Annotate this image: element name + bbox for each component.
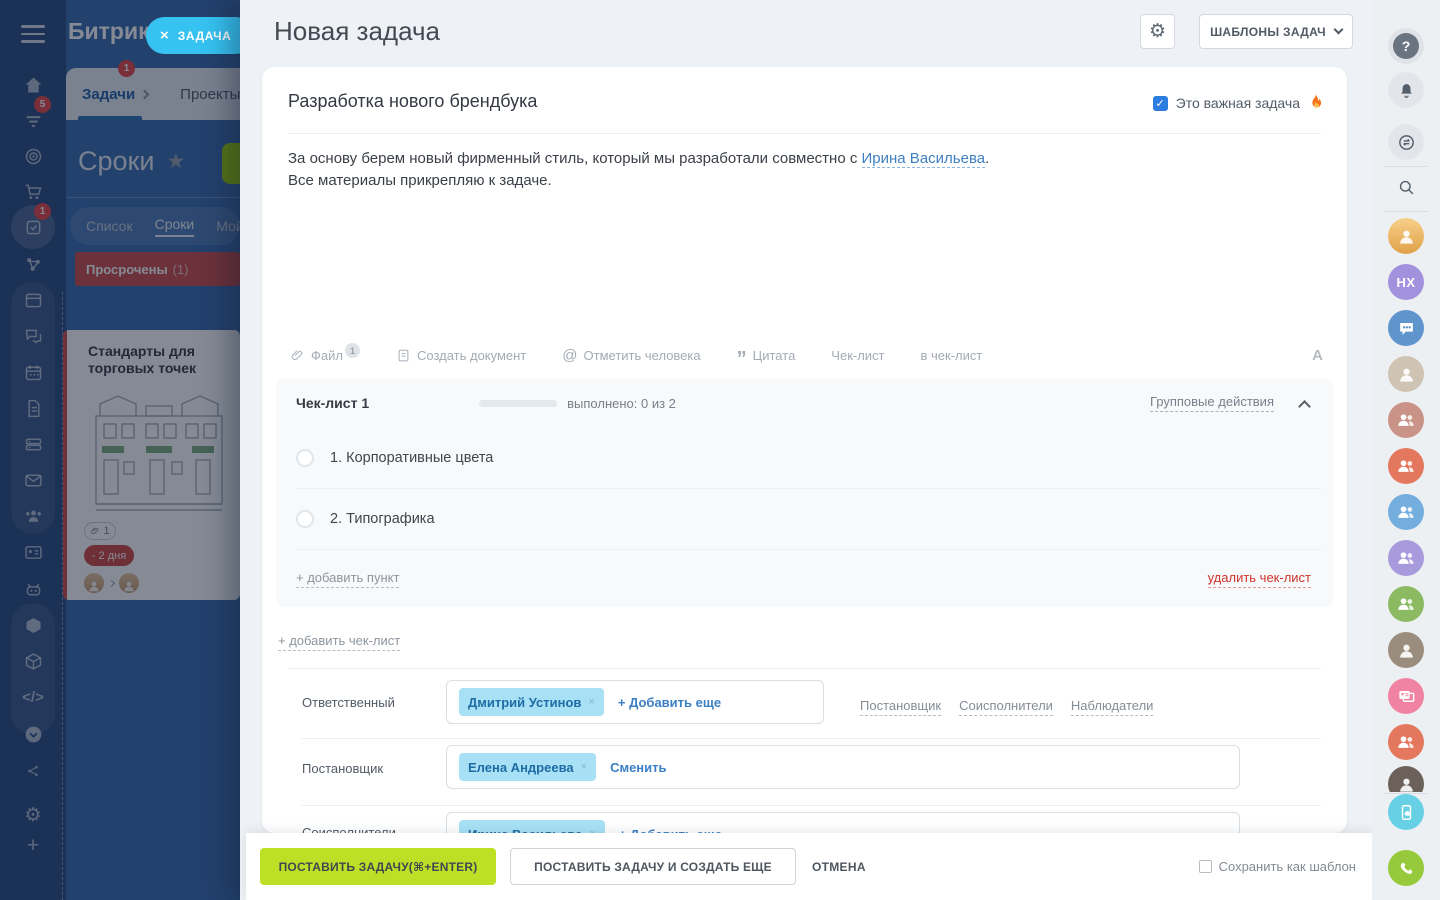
important-label: Это важная задача [1176,95,1300,111]
document-icon [396,348,411,363]
add-checklist-link[interactable]: + добавить чек-лист [278,633,400,651]
checklist-progress-text: выполнено: 0 из 2 [567,396,676,411]
important-checkbox[interactable]: ✓ [1153,96,1168,111]
coexecutors-field[interactable]: Ирина Васильева × + Добавить еще [446,812,1240,833]
group-chat-people-icon[interactable] [1388,448,1424,484]
quote-button[interactable]: ” Цитата [737,348,796,363]
add-more-link[interactable]: + Добавить еще [618,695,721,710]
file-count-badge: 1 [345,343,360,358]
item-checkbox[interactable] [296,449,314,467]
submit-and-create-button[interactable]: ПОСТАВИТЬ ЗАДАЧУ И СОЗДАТЬ ЕЩЕ [510,848,796,885]
user-chip: Ирина Васильева × [459,820,605,833]
question-icon: ? [1393,33,1419,59]
group-chat-people-icon[interactable] [1388,494,1424,530]
right-rail: ? HX [1372,0,1440,900]
delete-checklist-link[interactable]: удалить чек-лист [1208,570,1311,588]
modal-dim-overlay[interactable] [0,0,240,900]
notifications-bell-icon[interactable] [1388,72,1424,108]
quote-icon: ” [737,355,747,363]
checklist-progress-bar [479,400,557,407]
checklist-title[interactable]: Чек-лист 1 [296,395,369,411]
task-templates-button[interactable]: ШАБЛОНЫ ЗАДАЧ [1199,14,1353,49]
cancel-button[interactable]: ОТМЕНА [812,860,866,874]
open-task-chip[interactable]: × ЗАДАЧА [146,17,254,54]
create-document-button[interactable]: Создать документ [396,348,526,363]
recent-chat-initials[interactable]: HX [1388,264,1424,300]
originator-label: Постановщик [302,761,383,776]
checklist-item[interactable]: 1. Корпоративные цвета [296,428,1321,489]
add-item-link[interactable]: + добавить пункт [296,570,399,588]
at-icon: @ [562,347,577,364]
editor-toolbar: Файл 1 Создать документ @ Отметить челов… [290,347,1323,364]
collapse-checklist-icon[interactable] [1298,400,1311,413]
remove-chip-icon[interactable]: × [588,696,594,708]
responsible-field[interactable]: Дмитрий Устинов × + Добавить еще [446,680,824,724]
save-template-checkbox[interactable] [1199,860,1212,873]
contacts-chat-icon[interactable] [1388,678,1424,714]
item-checkbox[interactable] [296,510,314,528]
recent-chat-avatar-clipped[interactable] [1388,766,1424,792]
mention-person-button[interactable]: @ Отметить человека [562,347,700,364]
remove-chip-icon[interactable]: × [581,761,587,773]
help-button[interactable]: ? [1388,28,1424,64]
save-template-label: Сохранить как шаблон [1219,859,1356,874]
telephony-phone-icon[interactable] [1388,850,1424,886]
mobile-app-icon[interactable] [1388,794,1424,830]
close-icon[interactable]: × [160,28,169,43]
change-link[interactable]: Сменить [610,760,666,775]
search-icon[interactable] [1388,169,1424,205]
responsible-label: Ответственный [302,695,395,710]
coexecutors-role-link[interactable]: Соисполнители [959,698,1053,716]
recent-chat-avatar[interactable] [1388,218,1424,254]
paperclip-icon [290,348,305,363]
recent-chat-avatar[interactable] [1388,356,1424,392]
group-chat-people-icon[interactable] [1388,402,1424,438]
task-title-input[interactable]: Разработка нового брендбука [288,91,537,112]
coexecutors-label: Соисполнители [302,825,396,833]
to-checklist-button[interactable]: в чек-лист [921,348,983,363]
chevron-down-icon [1333,25,1343,35]
fire-icon [1308,94,1323,112]
group-chat-icon[interactable] [1388,310,1424,346]
task-form-card: Разработка нового брендбука ✓ Это важная… [262,67,1347,833]
mention-link[interactable]: Ирина Васильева [862,150,986,168]
checklist-item[interactable]: 2. Типографика [296,489,1321,550]
checklist-button[interactable]: Чек-лист [831,348,884,363]
new-task-slider: Новая задача ⚙ ШАБЛОНЫ ЗАДАЧ Разработка … [240,0,1372,900]
user-chip: Елена Андреева × [459,753,596,781]
chat-threads-icon[interactable] [1388,124,1424,160]
recent-chat-avatar[interactable] [1388,632,1424,668]
observers-role-link[interactable]: Наблюдатели [1071,698,1154,716]
task-description[interactable]: За основу берем новый фирменный стиль, к… [288,148,989,192]
group-chat-people-icon[interactable] [1388,724,1424,760]
submit-task-button[interactable]: ПОСТАВИТЬ ЗАДАЧУ(⌘+ENTER) [260,848,496,885]
attach-file-button[interactable]: Файл 1 [290,348,360,363]
checklist-block: Чек-лист 1 выполнено: 0 из 2 Групповые д… [276,378,1333,607]
originator-role-link[interactable]: Постановщик [860,698,941,716]
settings-gear-button[interactable]: ⚙ [1140,14,1175,49]
form-footer: ПОСТАВИТЬ ЗАДАЧУ(⌘+ENTER) ПОСТАВИТЬ ЗАДА… [246,833,1372,900]
originator-field[interactable]: Елена Андреева × Сменить [446,745,1240,789]
font-format-button[interactable]: A [1312,347,1323,364]
group-chat-people-icon[interactable] [1388,540,1424,576]
group-actions-link[interactable]: Групповые действия [1150,394,1274,412]
slider-title: Новая задача [274,16,440,47]
user-chip: Дмитрий Устинов × [459,688,604,716]
group-chat-people-icon[interactable] [1388,586,1424,622]
